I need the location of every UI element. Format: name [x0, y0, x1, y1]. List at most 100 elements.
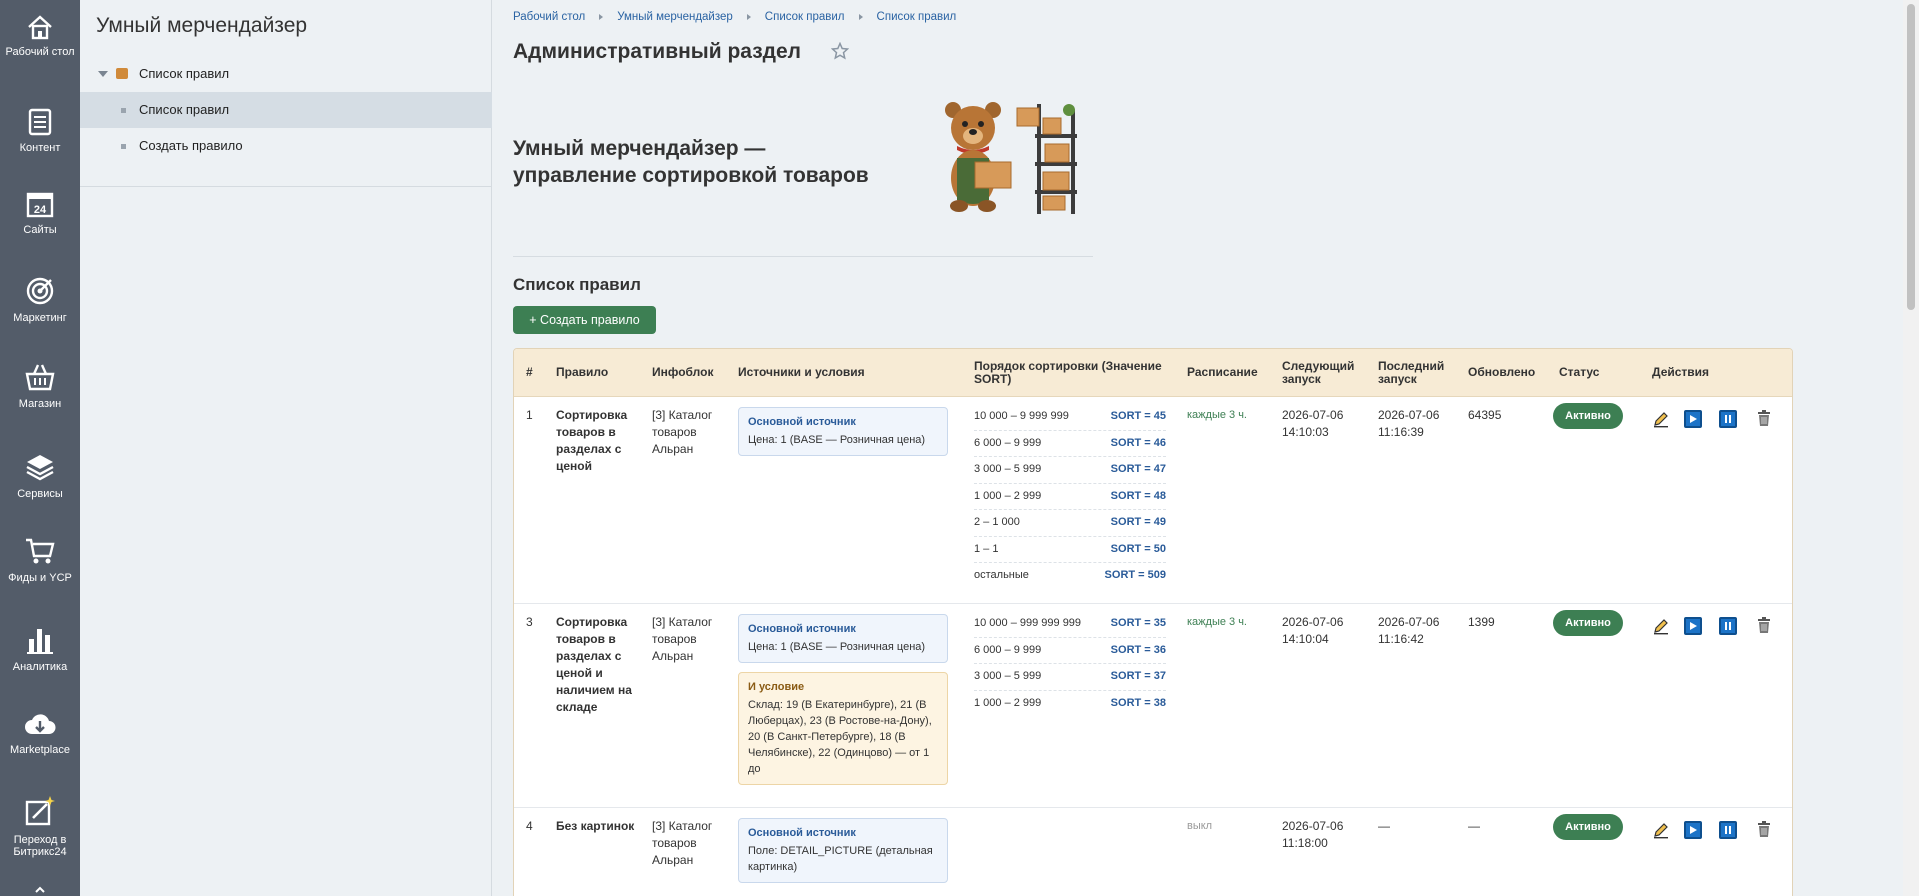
sidebar-item-label: Магазин	[18, 398, 62, 410]
breadcrumb-item[interactable]: Список правил	[765, 11, 845, 23]
sort-range: 1 000 – 2 999	[974, 696, 1042, 709]
magic-edit-icon	[25, 796, 55, 826]
col-header-rule: Правило	[556, 365, 609, 379]
source-card: Основной источник Цена: 1 (BASE — Рознич…	[738, 614, 948, 663]
breadcrumb-item[interactable]: Умный мерчендайзер	[617, 11, 733, 23]
rule-name[interactable]: Сортировка товаров в разделах с ценой	[556, 407, 638, 475]
sort-range: 6 000 – 9 999	[974, 643, 1042, 656]
last-run-value: 2026-07-06 11:16:42	[1378, 615, 1440, 646]
delete-trash-icon[interactable]	[1755, 409, 1773, 427]
breadcrumb-separator-icon	[746, 13, 751, 20]
rule-name[interactable]: Сортировка товаров в разделах с ценой и …	[556, 614, 638, 716]
run-play-icon[interactable]	[1684, 410, 1702, 428]
cart-icon	[26, 538, 55, 564]
next-run-value: 2026-07-06 14:10:04	[1282, 615, 1344, 646]
sidebar-item-analytics[interactable]: Аналитика	[0, 625, 80, 673]
condition-card: И условие Склад: 19 (В Екатеринбурге), 2…	[738, 672, 948, 785]
sort-value: SORT = 48	[1110, 489, 1166, 502]
sidebar-item-marketplace[interactable]: Marketplace	[0, 712, 80, 756]
sort-range: 10 000 – 9 999 999	[974, 410, 1069, 422]
sort-range: 1 000 – 2 999	[974, 489, 1042, 502]
sort-range: 1 – 1	[974, 542, 999, 555]
breadcrumb-item[interactable]: Рабочий стол	[513, 11, 585, 23]
table-header: # Правило Инфоблок Источники и условия П…	[514, 349, 1792, 397]
module-submenu: Умный мерчендайзер Список правил Список …	[80, 0, 492, 896]
sort-rule-row: 6 000 – 9 999 SORT = 46	[974, 431, 1166, 457]
col-header-status: Статус	[1559, 365, 1600, 379]
sidebar-item-desktop[interactable]: Рабочий стол	[0, 14, 80, 58]
tree-item-label: Список правил	[139, 66, 230, 81]
banner-line-1: Умный мерчендайзер —	[513, 137, 766, 160]
bullet-icon	[121, 108, 126, 113]
banner-divider	[513, 256, 1093, 257]
sidebar-item-label: Рабочий стол	[5, 46, 75, 58]
pause-icon[interactable]	[1719, 617, 1737, 635]
sidebar-item-feeds[interactable]: Фиды и YCP	[0, 536, 80, 584]
sort-rule-row: 10 000 – 999 999 999 SORT = 35	[974, 611, 1166, 638]
run-play-icon[interactable]	[1684, 617, 1702, 635]
sort-range: 3 000 – 5 999	[974, 670, 1042, 682]
sort-list: 10 000 – 999 999 999 SORT = 35 6 000 – 9 …	[974, 611, 1166, 717]
sort-value: SORT = 35	[1110, 617, 1166, 629]
sidebar-item-label: Контент	[19, 142, 61, 154]
condition-title: И условие	[748, 681, 805, 693]
status-badge: Активно	[1553, 610, 1623, 636]
table-row: 4 Без картинок [3] Каталог товаров Альра…	[514, 808, 1792, 896]
col-header-updated: Обновлено	[1468, 365, 1536, 379]
tree-item-rules-list[interactable]: Список правил	[80, 92, 492, 128]
condition-desc: Склад: 19 (В Екатеринбурге), 21 (В Любер…	[748, 699, 932, 775]
run-play-icon[interactable]	[1684, 821, 1702, 839]
delete-trash-icon[interactable]	[1755, 616, 1773, 634]
sidebar-item-services[interactable]: Сервисы	[0, 452, 80, 500]
sidebar-item-sites[interactable]: 24 Сайты	[0, 190, 80, 236]
sort-value: SORT = 50	[1110, 542, 1166, 555]
sidebar-item-content[interactable]: Контент	[0, 108, 80, 154]
basket-icon	[25, 364, 55, 391]
svg-text:24: 24	[34, 204, 47, 216]
breadcrumb-item[interactable]: Список правил	[877, 11, 957, 23]
favorite-star-icon[interactable]	[831, 42, 849, 60]
source-desc: Цена: 1 (BASE — Розничная цена)	[748, 641, 926, 653]
sort-range: 10 000 – 999 999 999	[974, 617, 1082, 629]
edit-pencil-icon[interactable]	[1652, 821, 1670, 839]
source-card: Основной источник Цена: 1 (BASE — Рознич…	[738, 407, 948, 456]
col-header-last-run: Последний запуск	[1378, 359, 1445, 386]
source-title: Основной источник	[748, 623, 856, 635]
sidebar-item-bitrix24[interactable]: Переход в Битрикс24	[0, 794, 80, 858]
sidebar-item-label: Сервисы	[17, 488, 63, 500]
status-badge: Активно	[1553, 403, 1623, 429]
col-header-num: #	[526, 365, 533, 379]
submenu-tree: Список правил Список правил Создать прав…	[80, 56, 492, 164]
pause-icon[interactable]	[1719, 410, 1737, 428]
sidebar-more-chevron-icon[interactable]	[34, 884, 46, 896]
sort-value: SORT = 37	[1110, 670, 1166, 682]
col-header-next-run: Следующий запуск	[1282, 359, 1355, 386]
delete-trash-icon[interactable]	[1755, 820, 1773, 838]
expand-caret-icon[interactable]	[98, 71, 108, 77]
sidebar-item-label: Переход в Битрикс24	[13, 834, 67, 858]
sort-rule-row: 2 – 1 000 SORT = 49	[974, 510, 1166, 537]
edit-pencil-icon[interactable]	[1652, 410, 1670, 428]
home-icon	[28, 15, 52, 40]
page-scrollbar[interactable]	[1903, 0, 1919, 896]
tree-item-create-rule[interactable]: Создать правило	[80, 128, 492, 164]
schedule-value: каждые 3 ч.	[1187, 616, 1247, 628]
sidebar-item-marketing[interactable]: Маркетинг	[0, 276, 80, 324]
sidebar-item-shop[interactable]: Магазин	[0, 362, 80, 410]
sort-rule-row: 1 – 1 SORT = 50	[974, 537, 1166, 563]
create-rule-button[interactable]: + Создать правило	[513, 306, 656, 334]
sort-value: SORT = 509	[1104, 569, 1166, 581]
tree-item-label: Список правил	[139, 102, 230, 117]
rule-name[interactable]: Без картинок	[556, 818, 638, 835]
sort-rule-row: 3 000 – 5 999 SORT = 47	[974, 457, 1166, 484]
scrollbar-thumb[interactable]	[1907, 4, 1915, 310]
sidebar-item-label: Аналитика	[12, 661, 68, 673]
edit-pencil-icon[interactable]	[1652, 617, 1670, 635]
sort-range: остальные	[974, 569, 1029, 581]
sort-value: SORT = 38	[1110, 696, 1166, 709]
row-num: 3	[526, 615, 533, 629]
sidebar-item-label: Сайты	[23, 224, 57, 236]
tree-item-rules-root[interactable]: Список правил	[80, 56, 492, 92]
pause-icon[interactable]	[1719, 821, 1737, 839]
updated-count: —	[1468, 819, 1480, 833]
